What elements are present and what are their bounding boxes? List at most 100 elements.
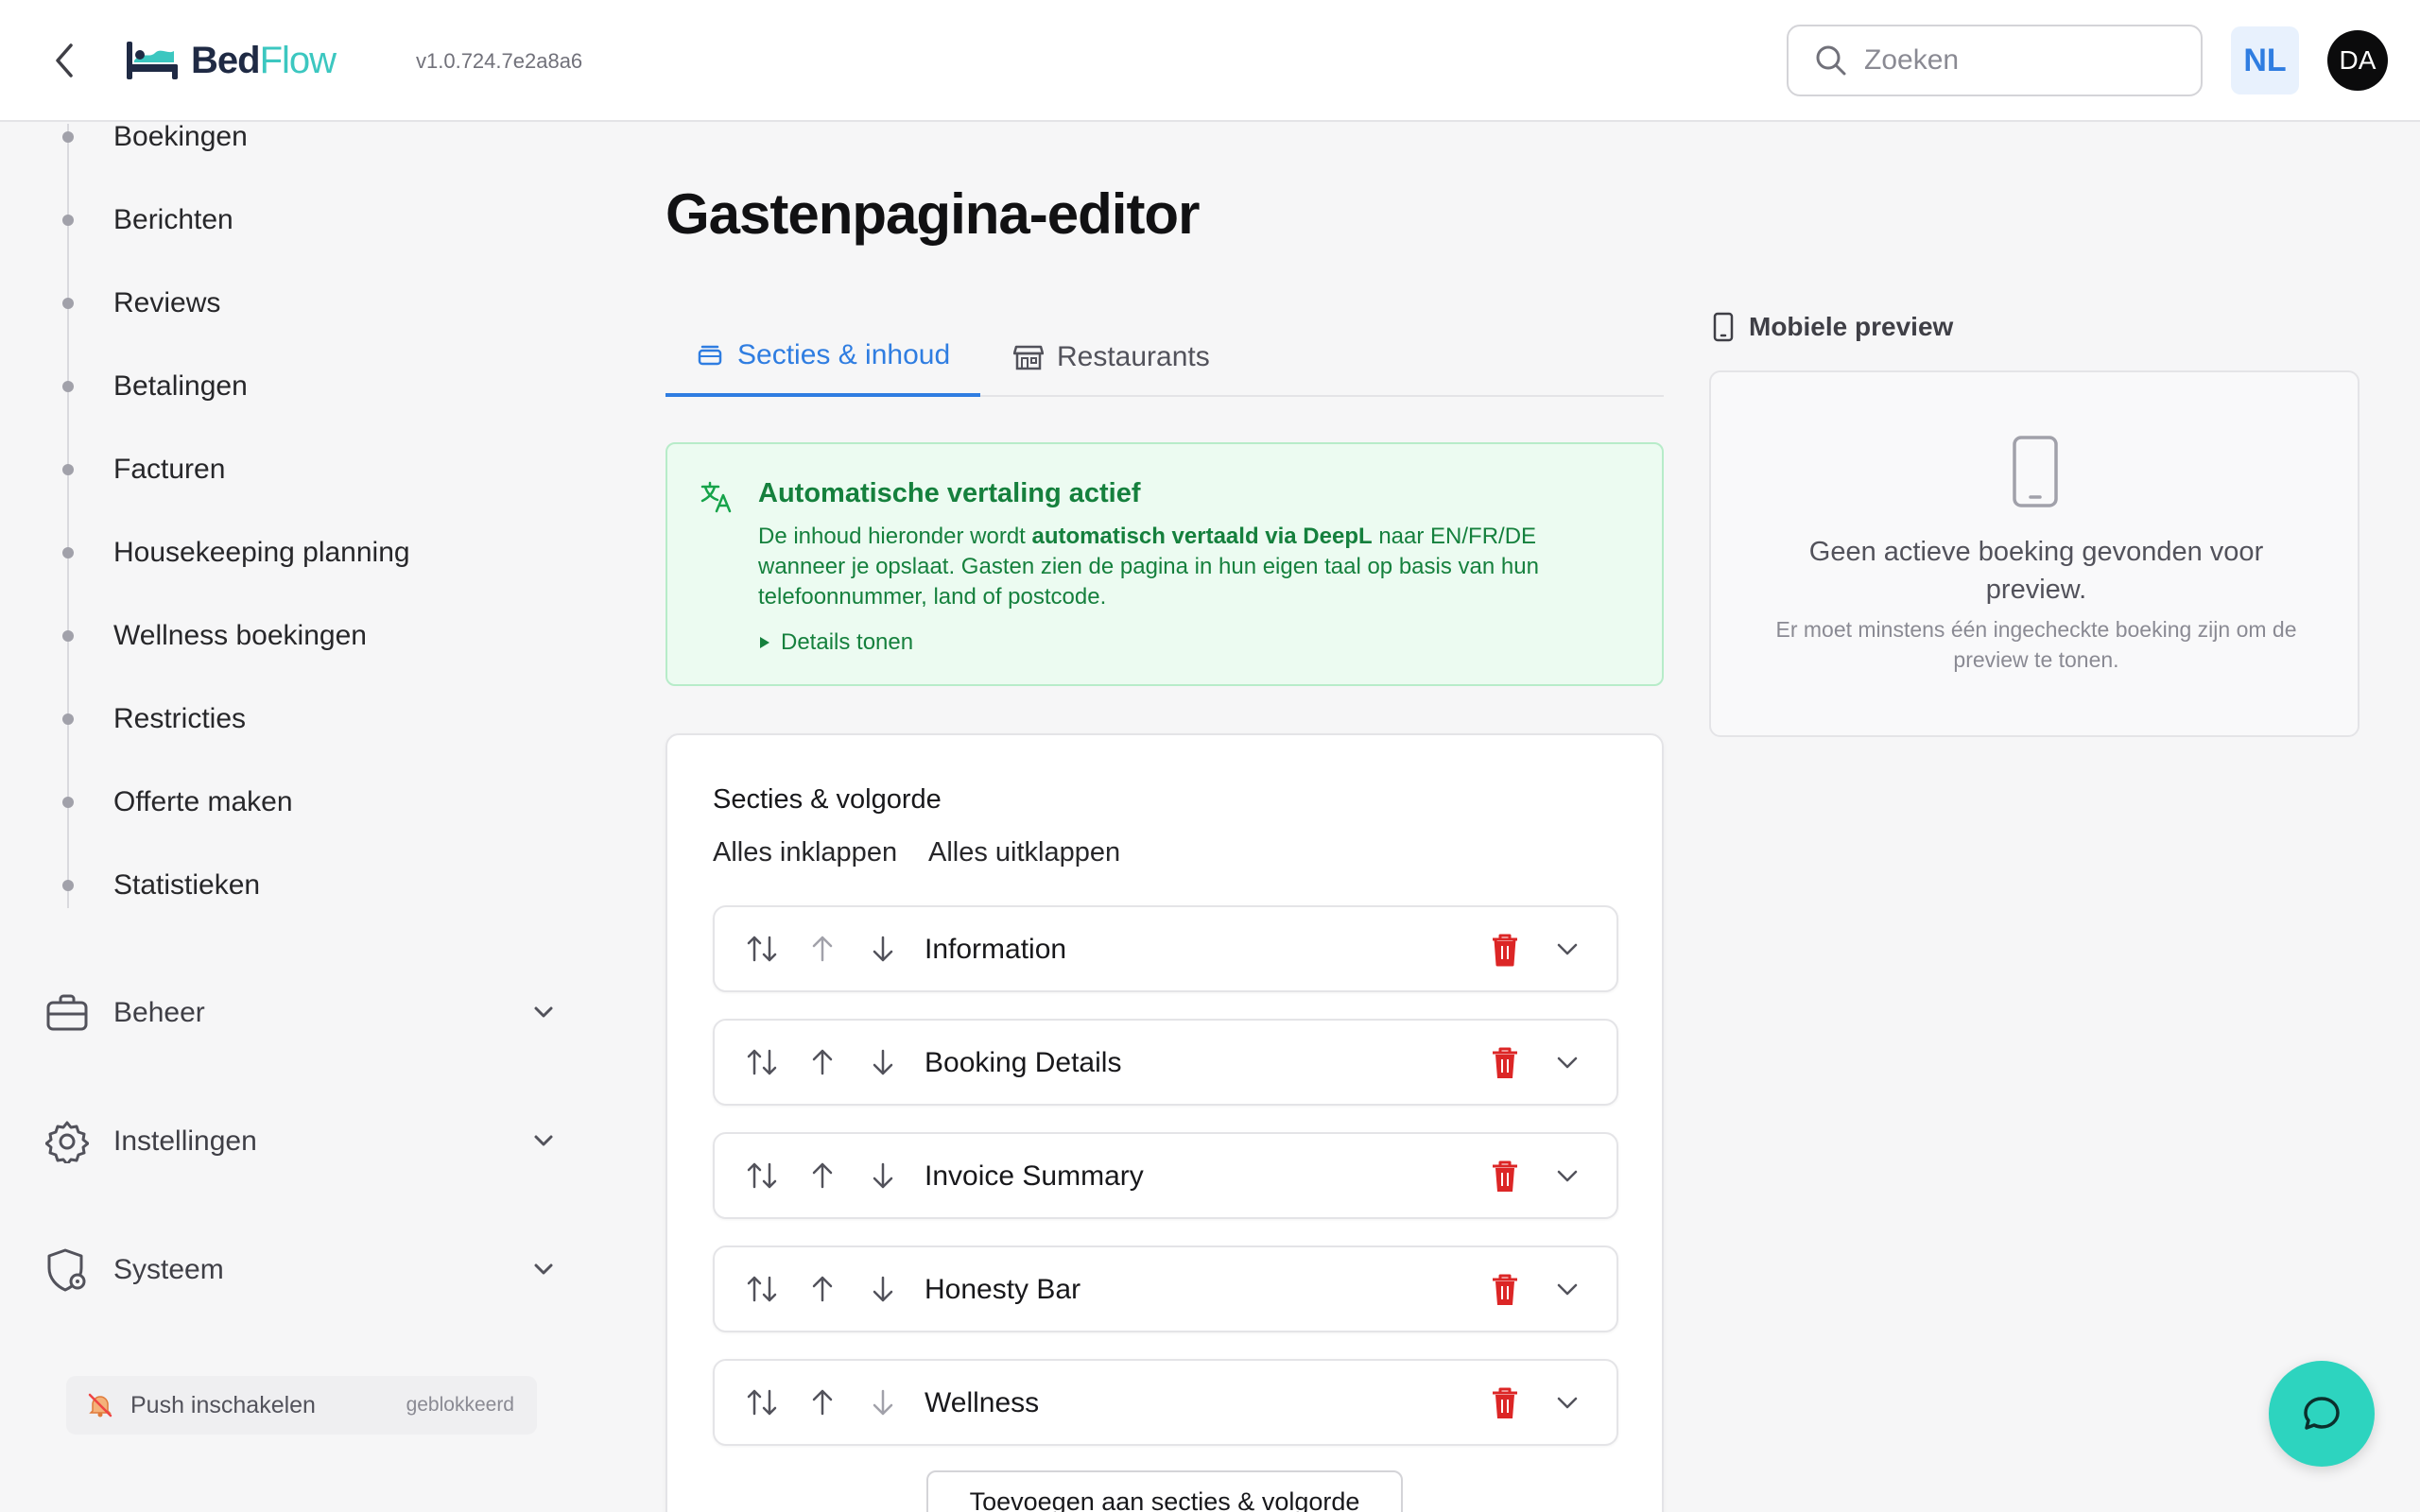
arrow-down-icon[interactable] bbox=[866, 1045, 900, 1079]
arrow-down-icon[interactable] bbox=[866, 1159, 900, 1193]
translation-notice: Automatische vertaling actief De inhoud … bbox=[666, 442, 1664, 686]
section-row[interactable]: Wellness bbox=[713, 1359, 1618, 1446]
sidebar-item-wellness[interactable]: Wellness boekingen bbox=[57, 608, 367, 664]
reorder-icon[interactable] bbox=[745, 932, 779, 966]
chevron-down-icon[interactable] bbox=[1552, 1045, 1582, 1079]
user-avatar[interactable]: DA bbox=[2327, 30, 2388, 91]
briefcase-icon bbox=[46, 994, 88, 1031]
chevron-down-icon[interactable] bbox=[1552, 1272, 1582, 1306]
notice-body: De inhoud hieronder wordt automatisch ve… bbox=[758, 524, 1539, 610]
sidebar-item-betalingen[interactable]: Betalingen bbox=[57, 358, 248, 415]
reorder-icon[interactable] bbox=[745, 1272, 779, 1306]
preview-panel: Geen actieve boeking gevonden voor previ… bbox=[1709, 370, 2360, 737]
sections-card: Secties & volgorde Alles inklappen Alles… bbox=[666, 733, 1664, 1512]
reorder-icon[interactable] bbox=[745, 1159, 779, 1193]
search-box[interactable] bbox=[1787, 25, 2203, 96]
details-toggle[interactable]: Details tonen bbox=[758, 629, 913, 656]
preview-message: Geen actieve boeking gevonden voor previ… bbox=[1808, 537, 2264, 605]
phone-icon bbox=[2013, 436, 2058, 507]
sidebar-item-boekingen[interactable]: Boekingen bbox=[57, 109, 248, 165]
reorder-icon[interactable] bbox=[745, 1045, 779, 1079]
preview-header: Mobiele preview bbox=[1713, 312, 1953, 342]
arrow-up-icon[interactable] bbox=[805, 932, 839, 966]
triangle-right-icon bbox=[760, 637, 769, 648]
sidebar-item-statistieken[interactable]: Statistieken bbox=[57, 857, 260, 914]
bullet-dot bbox=[62, 797, 74, 808]
chevron-down-icon[interactable] bbox=[1552, 932, 1582, 966]
sidebar-group-beheer[interactable]: Beheer bbox=[45, 980, 556, 1046]
arrow-down-icon[interactable] bbox=[866, 1385, 900, 1419]
sidebar-item-offerte[interactable]: Offerte maken bbox=[57, 774, 293, 831]
chat-button[interactable] bbox=[2269, 1361, 2375, 1467]
push-state: geblokkeerd bbox=[406, 1394, 514, 1416]
trash-icon[interactable] bbox=[1488, 1272, 1522, 1308]
gear-icon bbox=[45, 1121, 89, 1163]
trash-icon[interactable] bbox=[1488, 932, 1522, 968]
trash-icon[interactable] bbox=[1488, 1045, 1522, 1081]
section-row[interactable]: Information bbox=[713, 905, 1618, 992]
trash-icon[interactable] bbox=[1488, 1159, 1522, 1194]
shield-gear-icon bbox=[47, 1248, 86, 1292]
top-bar: BedFlow v1.0.724.7e2a8a6 NL DA bbox=[0, 0, 2420, 122]
arrow-up-icon[interactable] bbox=[805, 1045, 839, 1079]
chevron-down-icon[interactable] bbox=[1552, 1159, 1582, 1193]
language-switcher[interactable]: NL bbox=[2231, 26, 2299, 94]
arrow-up-icon[interactable] bbox=[805, 1159, 839, 1193]
phone-icon bbox=[1713, 312, 1734, 342]
sidebar-group-instellingen[interactable]: Instellingen bbox=[45, 1108, 556, 1175]
sidebar-group-label: Systeem bbox=[113, 1254, 224, 1285]
reorder-icon[interactable] bbox=[745, 1385, 779, 1419]
sidebar-group-systeem[interactable]: Systeem bbox=[45, 1237, 556, 1303]
collapse-all-button[interactable]: Alles inklappen bbox=[713, 837, 897, 868]
arrow-up-icon[interactable] bbox=[805, 1385, 839, 1419]
app-version: v1.0.724.7e2a8a6 bbox=[416, 49, 583, 73]
section-name: Information bbox=[925, 934, 1067, 965]
sidebar-item-berichten[interactable]: Berichten bbox=[57, 192, 233, 249]
tab-restaurants[interactable]: Restaurants bbox=[983, 318, 1240, 397]
section-row[interactable]: Booking Details bbox=[713, 1019, 1618, 1106]
logo-text: BedFlow bbox=[191, 39, 337, 81]
sidebar-item-restricties[interactable]: Restricties bbox=[57, 691, 246, 747]
sidebar-item-label: Housekeeping planning bbox=[113, 537, 410, 568]
sidebar-item-label: Boekingen bbox=[113, 121, 248, 152]
sidebar-item-label: Facturen bbox=[113, 454, 226, 485]
sidebar-item-facturen[interactable]: Facturen bbox=[57, 441, 225, 498]
sidebar-item-housekeeping[interactable]: Housekeeping planning bbox=[57, 524, 410, 581]
push-label: Push inschakelen bbox=[130, 1391, 316, 1418]
bed-icon bbox=[127, 42, 178, 79]
bullet-dot bbox=[62, 298, 74, 309]
bullet-dot bbox=[62, 630, 74, 642]
trash-icon[interactable] bbox=[1488, 1385, 1522, 1421]
section-row[interactable]: Invoice Summary bbox=[713, 1132, 1618, 1219]
add-section-button[interactable]: Toevoegen aan secties & volgorde bbox=[926, 1470, 1403, 1512]
chevron-down-icon bbox=[534, 1006, 553, 1018]
bell-off-icon bbox=[88, 1393, 112, 1418]
chevron-left-icon bbox=[56, 43, 73, 77]
store-icon bbox=[1013, 345, 1044, 370]
sidebar-item-label: Betalingen bbox=[113, 370, 248, 402]
sidebar-item-label: Restricties bbox=[113, 703, 247, 734]
section-name: Honesty Bar bbox=[925, 1274, 1081, 1305]
push-enable-button[interactable]: Push inschakelen geblokkeerd bbox=[66, 1376, 537, 1435]
stack-icon bbox=[698, 345, 722, 366]
search-input[interactable] bbox=[1864, 44, 2167, 77]
arrow-down-icon[interactable] bbox=[866, 1272, 900, 1306]
arrow-down-icon[interactable] bbox=[866, 932, 900, 966]
tab-label: Secties & inhoud bbox=[737, 339, 951, 370]
expand-all-button[interactable]: Alles uitklappen bbox=[928, 837, 1120, 868]
chevron-down-icon bbox=[534, 1263, 553, 1275]
preview-subtext: Er moet minstens één ingecheckte boeking… bbox=[1775, 617, 2297, 672]
back-button[interactable] bbox=[45, 38, 83, 83]
chevron-down-icon bbox=[534, 1135, 553, 1146]
details-label: Details tonen bbox=[781, 629, 914, 655]
bullet-dot bbox=[62, 464, 74, 475]
preview-title: Mobiele preview bbox=[1749, 312, 1954, 341]
arrow-up-icon[interactable] bbox=[805, 1272, 839, 1306]
section-row[interactable]: Honesty Bar bbox=[713, 1246, 1618, 1332]
chevron-down-icon[interactable] bbox=[1552, 1385, 1582, 1419]
app-logo[interactable]: BedFlow bbox=[125, 34, 337, 87]
sidebar: Boekingen Berichten Reviews Betalingen F… bbox=[0, 121, 586, 1512]
sidebar-group-label: Instellingen bbox=[113, 1125, 257, 1157]
sidebar-item-reviews[interactable]: Reviews bbox=[57, 275, 220, 332]
tab-sections[interactable]: Secties & inhoud bbox=[666, 318, 981, 397]
